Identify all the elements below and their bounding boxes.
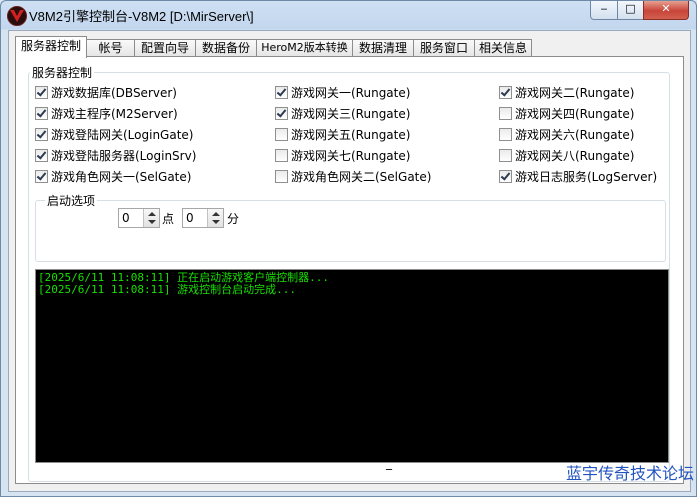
checkbox-dbserver-box[interactable] <box>35 86 48 99</box>
checkbox-rungate-6[interactable]: 游戏网关六(Rungate) <box>499 128 634 144</box>
checkbox-rungate-5[interactable]: 游戏网关五(Rungate) <box>275 128 410 144</box>
app-logo-icon[interactable] <box>7 6 27 26</box>
tab-herom2-convert[interactable]: HeroM2版本转换 <box>256 39 353 57</box>
checkbox-rungate-3-label: 游戏网关三(Rungate) <box>291 107 411 121</box>
checkbox-loginsrv-label: 游戏登陆服务器(LoginSrv) <box>51 149 197 163</box>
checkbox-logingate-label: 游戏登陆网关(LoginGate) <box>51 128 194 142</box>
log-console[interactable]: [2025/6/11 11:08:11] 正在启动游戏客户端控制器... [20… <box>35 269 669 463</box>
minute-up-arrow-icon[interactable] <box>212 212 220 216</box>
checkbox-rungate-5-label: 游戏网关五(Rungate) <box>291 128 411 142</box>
checkbox-rungate-4-box[interactable] <box>499 107 512 120</box>
status-text: _ <box>386 456 392 470</box>
hour-down-arrow-icon[interactable] <box>148 220 156 224</box>
checkbox-rungate-1[interactable]: 游戏网关一(Rungate) <box>275 86 410 102</box>
checkbox-rungate-7-label: 游戏网关七(Rungate) <box>291 149 411 163</box>
checkbox-m2server-label: 游戏主程序(M2Server) <box>51 107 178 121</box>
minimize-button[interactable]: ‒ <box>590 1 618 20</box>
server-control-group-title: 服务器控制 <box>30 64 95 81</box>
tab-service-window[interactable]: 服务窗口 <box>413 39 475 57</box>
tab-server-control[interactable]: 服务器控制 <box>15 36 87 58</box>
checkbox-rungate-8-label: 游戏网关八(Rungate) <box>515 149 635 163</box>
minute-down-arrow-icon[interactable] <box>212 220 220 224</box>
tab-about[interactable]: 相关信息 <box>474 39 532 57</box>
maximize-button[interactable]: □ <box>617 1 644 20</box>
checkbox-rungate-8[interactable]: 游戏网关八(Rungate) <box>499 149 634 165</box>
startup-options-title: 启动选项 <box>45 192 98 209</box>
checkbox-rungate-2-box[interactable] <box>499 86 512 99</box>
checkbox-logserver[interactable]: 游戏日志服务(LogServer) <box>499 170 657 186</box>
hour-unit-label: 点 <box>162 212 175 226</box>
checkbox-dbserver-label: 游戏数据库(DBServer) <box>51 86 177 100</box>
checkbox-loginsrv[interactable]: 游戏登陆服务器(LoginSrv) <box>35 149 196 165</box>
checkbox-selgate-2-box[interactable] <box>275 170 288 183</box>
hour-spinner[interactable]: 0 <box>118 208 160 228</box>
checkbox-rungate-8-box[interactable] <box>499 149 512 162</box>
minute-unit-label: 分 <box>227 212 240 226</box>
checkbox-rungate-2-label: 游戏网关二(Rungate) <box>515 86 635 100</box>
window-title: V8M2引擎控制台-V8M2 [D:\MirServer\] <box>29 9 254 24</box>
hour-value[interactable]: 0 <box>122 211 130 225</box>
checkbox-rungate-6-box[interactable] <box>499 128 512 141</box>
log-line: [2025/6/11 11:08:11] 游戏控制台启动完成... <box>38 283 296 296</box>
minute-spinner-arrows[interactable] <box>207 209 223 227</box>
checkbox-rungate-6-label: 游戏网关六(Rungate) <box>515 128 635 142</box>
checkbox-m2server-box[interactable] <box>35 107 48 120</box>
tab-data-cleanup[interactable]: 数据清理 <box>352 39 414 57</box>
main-window: V8M2引擎控制台-V8M2 [D:\MirServer\] ‒ □ ✕ 服务器… <box>0 0 697 497</box>
title-bar[interactable]: V8M2引擎控制台-V8M2 [D:\MirServer\] ‒ □ ✕ <box>1 1 696 29</box>
checkbox-rungate-1-label: 游戏网关一(Rungate) <box>291 86 411 100</box>
checkbox-rungate-7-box[interactable] <box>275 149 288 162</box>
checkbox-rungate-3-box[interactable] <box>275 107 288 120</box>
checkbox-rungate-4-label: 游戏网关四(Rungate) <box>515 107 635 121</box>
checkbox-rungate-2[interactable]: 游戏网关二(Rungate) <box>499 86 634 102</box>
close-button[interactable]: ✕ <box>643 1 689 20</box>
minute-spinner[interactable]: 0 <box>182 208 224 228</box>
checkbox-rungate-4[interactable]: 游戏网关四(Rungate) <box>499 107 634 123</box>
checkbox-rungate-1-box[interactable] <box>275 86 288 99</box>
checkbox-loginsrv-box[interactable] <box>35 149 48 162</box>
checkbox-logingate-box[interactable] <box>35 128 48 141</box>
checkbox-m2server[interactable]: 游戏主程序(M2Server) <box>35 107 178 123</box>
watermark-text: 蓝宇传奇技术论坛 <box>566 464 695 483</box>
checkbox-rungate-5-box[interactable] <box>275 128 288 141</box>
hour-up-arrow-icon[interactable] <box>148 212 156 216</box>
checkbox-selgate-2[interactable]: 游戏角色网关二(SelGate) <box>275 170 431 186</box>
checkbox-rungate-7[interactable]: 游戏网关七(Rungate) <box>275 149 410 165</box>
tab-account[interactable]: 帐号 <box>86 39 135 57</box>
checkbox-dbserver[interactable]: 游戏数据库(DBServer) <box>35 86 177 102</box>
tab-config-wizard[interactable]: 配置向导 <box>134 39 196 57</box>
checkbox-selgate-2-label: 游戏角色网关二(SelGate) <box>291 170 432 184</box>
checkbox-logingate[interactable]: 游戏登陆网关(LoginGate) <box>35 128 193 144</box>
server-control-page: 服务器控制 游戏数据库(DBServer) 游戏网关一(Rungate) 游戏网… <box>15 56 684 484</box>
checkbox-selgate-1-box[interactable] <box>35 170 48 183</box>
checkbox-selgate-1-label: 游戏角色网关一(SelGate) <box>51 170 192 184</box>
checkbox-selgate-1[interactable]: 游戏角色网关一(SelGate) <box>35 170 191 186</box>
hour-spinner-arrows[interactable] <box>143 209 159 227</box>
minute-value[interactable]: 0 <box>186 211 194 225</box>
checkbox-rungate-3[interactable]: 游戏网关三(Rungate) <box>275 107 410 123</box>
client-area: 服务器控制 帐号 配置向导 数据备份 HeroM2版本转换 数据清理 服务窗口 … <box>8 30 691 492</box>
checkbox-logserver-box[interactable] <box>499 170 512 183</box>
checkbox-logserver-label: 游戏日志服务(LogServer) <box>515 170 658 184</box>
tab-data-backup[interactable]: 数据备份 <box>195 39 257 57</box>
